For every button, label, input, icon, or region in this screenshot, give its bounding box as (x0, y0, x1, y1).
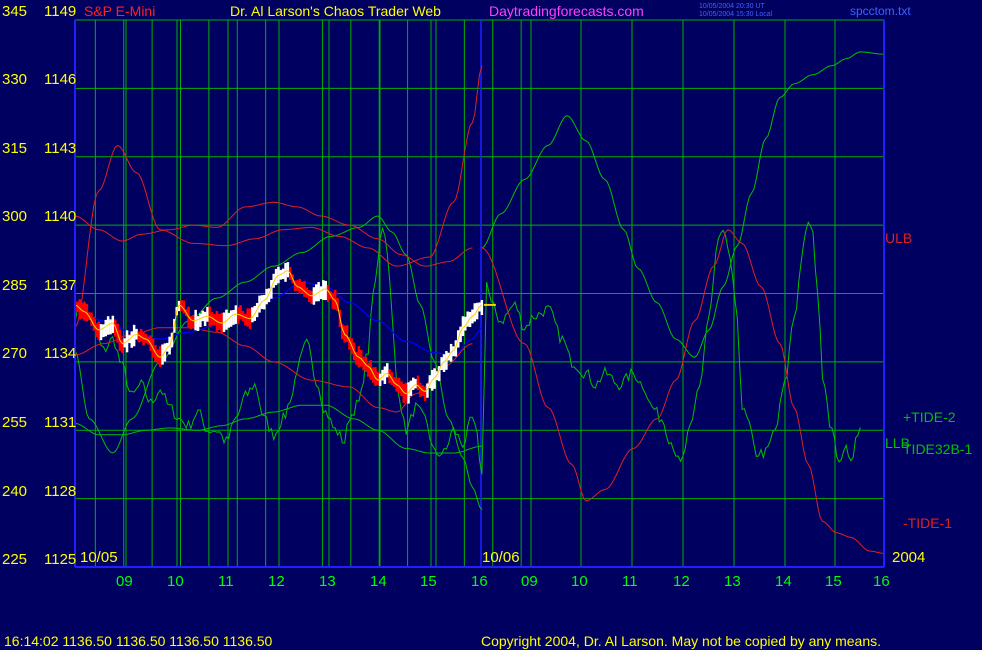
price-tick-label: 1140 (44, 208, 77, 225)
footer-copyright: Copyright 2004, Dr. Al Larson. May not b… (481, 633, 882, 649)
header-instrument: S&P E-Mini (84, 3, 156, 19)
date-label-start: 10/05 (80, 549, 118, 566)
header-site-url[interactable]: Daytradingforecasts.com (489, 4, 644, 18)
chart-grid (75, 19, 884, 568)
tide-oscillator-line (74, 221, 861, 475)
series-label-tide-2: +TIDE-2 (903, 409, 956, 425)
oscillator-tick-label: 225 (2, 551, 28, 568)
oscillator-tick-label: 270 (2, 345, 28, 362)
header-timestamp-ut: 10/05/2004 20:30 UT (699, 3, 765, 10)
hour-tick-label: 13 (319, 573, 336, 590)
hour-tick-label: 10 (571, 573, 588, 590)
price-bars (74, 262, 496, 404)
oscillator-tick-label: 315 (2, 140, 28, 157)
header-timestamp-local: 10/05/2004 15:30 Local (699, 11, 773, 18)
oscillator-tick-label: 285 (2, 277, 28, 294)
price-tick-label: 1125 (44, 551, 77, 568)
header-site-title: Dr. Al Larson's Chaos Trader Web (230, 3, 441, 19)
hour-tick-label: 13 (724, 573, 741, 590)
oscillator-tick-label: 300 (2, 208, 28, 225)
hour-tick-label: 15 (420, 573, 437, 590)
hour-tick-label: 09 (521, 573, 538, 590)
footer-quote: 16:14:02 1136.50 1136.50 1136.50 1136.50 (4, 633, 273, 649)
price-tick-label: 1128 (44, 483, 77, 500)
oscillator-tick-label: 345 (2, 3, 28, 20)
hour-tick-label: 12 (673, 573, 690, 590)
header-filename: spcctom.txt (850, 4, 911, 18)
series-label-tide32b-1: TIDE32B-1 (903, 441, 973, 457)
price-tick-label: 1149 (44, 3, 77, 20)
series-label-ulb: ULB (885, 230, 913, 246)
hour-tick-label: 12 (268, 573, 285, 590)
price-tick-label: 1137 (44, 277, 77, 294)
year-label: 2004 (892, 549, 926, 566)
price-tick-label: 1146 (44, 71, 77, 88)
red-forecast-line (74, 65, 483, 328)
hour-tick-label: 09 (116, 573, 133, 590)
series-label-tide-1: -TIDE-1 (903, 515, 952, 531)
hour-tick-label: 14 (370, 573, 387, 590)
oscillator-tick-label: 255 (2, 414, 28, 431)
hour-tick-label: 14 (775, 573, 792, 590)
price-tick-label: 1131 (44, 414, 77, 431)
hour-tick-label: 16 (873, 573, 890, 590)
hour-tick-label: 15 (825, 573, 842, 590)
price-tick-label: 1143 (44, 140, 77, 157)
price-tick-label: 1134 (44, 345, 77, 362)
hour-tick-label: 11 (218, 573, 234, 590)
upper-band-red-line (74, 201, 473, 267)
oscillator-tick-label: 240 (2, 483, 28, 500)
date-label-second: 10/06 (482, 549, 520, 566)
lower-band-green-line (74, 404, 482, 454)
oscillator-tick-label: 330 (2, 71, 28, 88)
hour-tick-label: 16 (471, 573, 488, 590)
hour-tick-label: 11 (622, 573, 638, 590)
hour-tick-label: 10 (167, 573, 184, 590)
